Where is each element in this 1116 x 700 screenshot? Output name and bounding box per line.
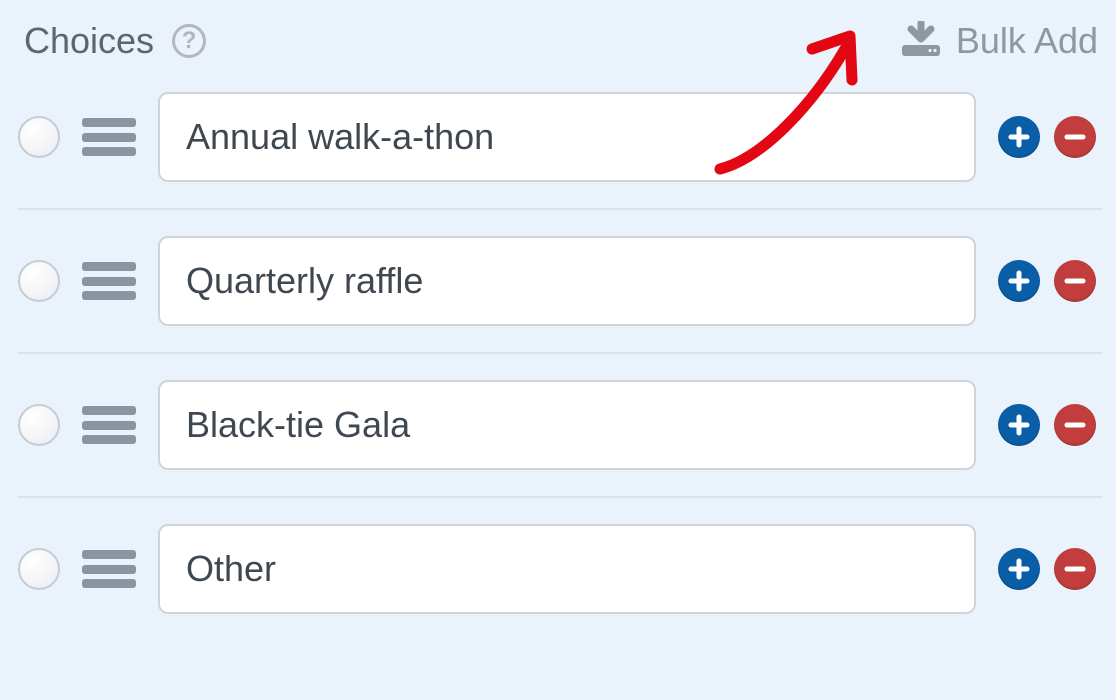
choices-header: Choices ? Bulk Add: [18, 20, 1102, 62]
add-choice-button[interactable]: [998, 548, 1040, 590]
choices-title: Choices: [24, 20, 154, 62]
minus-circle-icon: [1063, 413, 1087, 437]
row-actions: [998, 260, 1096, 302]
help-symbol: ?: [182, 27, 197, 55]
choice-row: [18, 498, 1102, 640]
remove-choice-button[interactable]: [1054, 404, 1096, 446]
add-choice-button[interactable]: [998, 404, 1040, 446]
radio-unselected-icon[interactable]: [18, 116, 60, 158]
minus-circle-icon: [1063, 557, 1087, 581]
help-circle-icon[interactable]: ?: [172, 24, 206, 58]
row-actions: [998, 548, 1096, 590]
drag-handle-icon[interactable]: [82, 118, 136, 156]
choice-row: [18, 354, 1102, 498]
add-choice-button[interactable]: [998, 260, 1040, 302]
choices-panel: Choices ? Bulk Add: [0, 0, 1116, 640]
plus-circle-icon: [1007, 557, 1031, 581]
row-actions: [998, 116, 1096, 158]
plus-circle-icon: [1007, 125, 1031, 149]
choice-row: [18, 210, 1102, 354]
choice-list: [18, 88, 1102, 640]
choice-input[interactable]: [158, 92, 976, 182]
choice-input[interactable]: [158, 236, 976, 326]
remove-choice-button[interactable]: [1054, 548, 1096, 590]
drag-handle-icon[interactable]: [82, 406, 136, 444]
download-tray-icon: [900, 21, 942, 62]
drag-handle-icon[interactable]: [82, 550, 136, 588]
plus-circle-icon: [1007, 269, 1031, 293]
choice-input[interactable]: [158, 524, 976, 614]
drag-handle-icon[interactable]: [82, 262, 136, 300]
choice-input[interactable]: [158, 380, 976, 470]
minus-circle-icon: [1063, 125, 1087, 149]
radio-unselected-icon[interactable]: [18, 404, 60, 446]
radio-unselected-icon[interactable]: [18, 548, 60, 590]
radio-unselected-icon[interactable]: [18, 260, 60, 302]
header-left: Choices ?: [24, 20, 206, 62]
remove-choice-button[interactable]: [1054, 260, 1096, 302]
bulk-add-button[interactable]: Bulk Add: [900, 20, 1098, 62]
plus-circle-icon: [1007, 413, 1031, 437]
bulk-add-label: Bulk Add: [956, 20, 1098, 62]
add-choice-button[interactable]: [998, 116, 1040, 158]
minus-circle-icon: [1063, 269, 1087, 293]
choice-row: [18, 88, 1102, 210]
row-actions: [998, 404, 1096, 446]
remove-choice-button[interactable]: [1054, 116, 1096, 158]
